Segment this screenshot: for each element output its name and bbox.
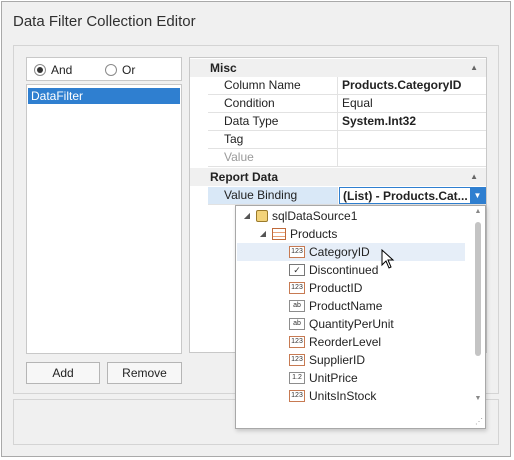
- radio-or[interactable]: Or: [105, 63, 135, 77]
- prop-value: (List) - Products.Cat...: [343, 189, 468, 203]
- popup-scrollbar[interactable]: ▲ ▼: [472, 208, 484, 406]
- radio-and[interactable]: And: [34, 63, 72, 77]
- filter-list[interactable]: DataFilter: [26, 84, 182, 354]
- resize-grip-icon[interactable]: ⋰: [475, 417, 483, 426]
- prop-name: Column Name: [208, 77, 338, 94]
- tree-node-table[interactable]: ◢ Products: [258, 225, 337, 243]
- tree-node-datasource[interactable]: ◢ sqlDataSource1: [242, 207, 357, 225]
- tree-field-row[interactable]: 123 ReorderLevel: [289, 333, 381, 351]
- prop-row-value-binding[interactable]: Value Binding (List) - Products.Cat... ▼: [208, 187, 486, 205]
- prop-value[interactable]: Products.CategoryID: [339, 77, 486, 94]
- tree-field-row[interactable]: 1.2 UnitPrice: [289, 369, 358, 387]
- prop-row-column-name[interactable]: Column Name Products.CategoryID: [208, 77, 486, 95]
- tree-field-row[interactable]: ab ProductName: [289, 297, 382, 315]
- prop-value: [339, 149, 486, 166]
- number-field-icon: 123: [289, 336, 305, 348]
- tree-field-row[interactable]: 123 ProductID: [289, 279, 362, 297]
- expand-arrow-icon[interactable]: ◢: [258, 225, 268, 243]
- value-binding-editor[interactable]: (List) - Products.Cat... ▼: [339, 187, 486, 204]
- prop-value[interactable]: [339, 131, 486, 148]
- datasource-icon: [256, 210, 268, 222]
- prop-row-condition[interactable]: Condition Equal: [208, 95, 486, 113]
- tree-field-label: Discontinued: [309, 263, 379, 277]
- expand-arrow-icon[interactable]: ◢: [242, 207, 252, 225]
- string-field-icon: ab: [289, 300, 305, 312]
- tree-field-label: CategoryID: [309, 245, 370, 259]
- tree-field-label: QuantityPerUnit: [309, 317, 394, 331]
- collapse-arrow-icon[interactable]: ▲: [470, 59, 478, 77]
- dropdown-arrow-icon[interactable]: ▼: [470, 188, 485, 203]
- tree-field-label: ReorderLevel: [309, 335, 382, 349]
- prop-row-tag[interactable]: Tag: [208, 131, 486, 149]
- tree-field-label: ProductName: [309, 299, 383, 313]
- scroll-thumb[interactable]: [475, 222, 481, 356]
- category-misc[interactable]: Misc ▲: [190, 59, 486, 77]
- radio-or-indicator[interactable]: [105, 64, 117, 76]
- tree-field-row[interactable]: 123 SupplierID: [289, 351, 365, 369]
- number-field-icon: 123: [289, 246, 305, 258]
- table-icon: [272, 228, 286, 240]
- tree-field-label: UnitsInStock: [309, 389, 377, 403]
- dialog-title: Data Filter Collection Editor: [13, 13, 196, 30]
- scroll-up-icon[interactable]: ▲: [472, 208, 484, 218]
- prop-name: Value Binding: [208, 187, 338, 204]
- prop-name: Tag: [208, 131, 338, 148]
- category-report-data-label: Report Data: [210, 170, 279, 184]
- number-field-icon: 123: [289, 282, 305, 294]
- prop-name: Value: [208, 149, 338, 166]
- tree-field-label: UnitPrice: [309, 371, 358, 385]
- tree-node-label: Products: [290, 227, 338, 241]
- tree-node-label: sqlDataSource1: [272, 209, 358, 223]
- scroll-down-icon[interactable]: ▼: [472, 395, 484, 405]
- tree-field-row[interactable]: ✓ Discontinued: [289, 261, 378, 279]
- prop-name: Data Type: [208, 113, 338, 130]
- prop-value[interactable]: Equal: [339, 95, 486, 112]
- prop-row-value: Value: [208, 149, 486, 167]
- collapse-arrow-icon[interactable]: ▲: [470, 168, 478, 186]
- tree-field-row[interactable]: 123 UnitsInStock: [289, 387, 376, 405]
- list-item-datafilter[interactable]: DataFilter: [28, 88, 180, 104]
- operator-box: And Or: [26, 57, 182, 81]
- radio-or-label: Or: [122, 63, 136, 77]
- tree-field-label: SupplierID: [309, 353, 366, 367]
- category-misc-label: Misc: [210, 61, 237, 75]
- decimal-field-icon: 1.2: [289, 372, 305, 384]
- number-field-icon: 123: [289, 354, 305, 366]
- boolean-field-icon: ✓: [289, 264, 305, 276]
- radio-and-label: And: [51, 63, 73, 77]
- field-list-popup: ◢ sqlDataSource1 ◢ Products 123 Category…: [235, 205, 486, 429]
- prop-name: Condition: [208, 95, 338, 112]
- prop-value[interactable]: System.Int32: [339, 113, 486, 130]
- tree-field-row[interactable]: ab QuantityPerUnit: [289, 315, 394, 333]
- prop-row-data-type[interactable]: Data Type System.Int32: [208, 113, 486, 131]
- string-field-icon: ab: [289, 318, 305, 330]
- tree-field-row[interactable]: 123 CategoryID: [237, 243, 465, 261]
- mouse-cursor-icon: [381, 249, 395, 269]
- add-button[interactable]: Add: [26, 362, 100, 384]
- category-report-data[interactable]: Report Data ▲: [190, 168, 486, 186]
- radio-and-indicator[interactable]: [34, 64, 46, 76]
- remove-button[interactable]: Remove: [107, 362, 182, 384]
- tree-field-label: ProductID: [309, 281, 363, 295]
- number-field-icon: 123: [289, 390, 305, 402]
